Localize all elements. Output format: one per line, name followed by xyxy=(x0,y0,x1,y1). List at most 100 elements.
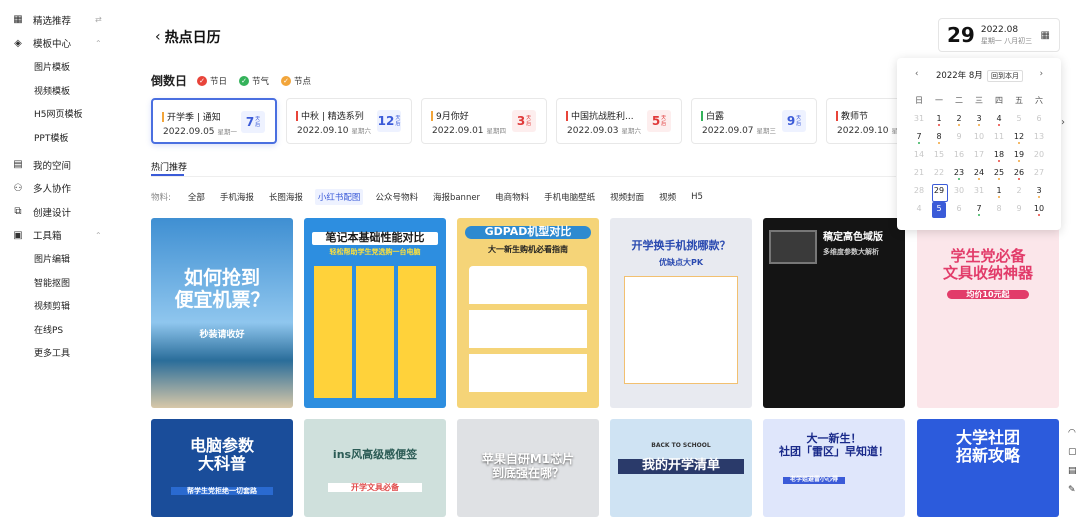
template-thumb[interactable]: 开学换手机挑哪款？ 优缺点大PK xyxy=(610,218,752,408)
calendar-day[interactable]: 2 xyxy=(1009,184,1029,202)
sidebar-item-video-edit[interactable]: 视频剪辑 xyxy=(0,294,125,318)
calendar-day[interactable]: 20 xyxy=(1029,148,1049,166)
template-thumb[interactable]: ins风高级感便签 开学文具必备 xyxy=(304,419,446,517)
day-number: 8 xyxy=(936,132,942,141)
calendar-day[interactable]: 30 xyxy=(949,184,969,202)
sidebar-item-cutout[interactable]: 智能抠图 xyxy=(0,271,125,295)
document-icon[interactable]: ▤ xyxy=(1068,466,1080,476)
event-card[interactable]: 中秋 | 精选系列 2022.09.10 星期六 12 天后 xyxy=(286,98,412,144)
calendar-day[interactable]: 24 xyxy=(969,166,989,184)
template-thumb[interactable]: 电脑参数 大科普 帮学生党拒绝一切套路 xyxy=(151,419,293,517)
calendar-day[interactable]: 8 xyxy=(989,202,1009,220)
calendar-day[interactable]: 11 xyxy=(989,130,1009,148)
calendar-day[interactable]: 28 xyxy=(909,184,929,202)
calendar-day[interactable]: 18 xyxy=(989,148,1009,166)
template-thumb[interactable]: 大一新生！ 社团「雷区」早知道！ 老学姐避雷小心得 xyxy=(763,419,905,517)
filter-item[interactable]: 全部 xyxy=(185,189,208,205)
filter-item[interactable]: 视频 xyxy=(656,189,679,205)
calendar-day[interactable]: 5 xyxy=(1009,112,1029,130)
calendar-day[interactable]: 14 xyxy=(909,148,929,166)
calendar-day[interactable]: 4 xyxy=(909,202,929,220)
calendar-days: 31 1 2 3 4 5 6 7 8 9 10 11 12 13 14 15 16 17 18 19 20 21 22 23 2… xyxy=(909,112,1049,220)
calendar-day[interactable]: 8 xyxy=(929,130,949,148)
filter-item[interactable]: 长图海报 xyxy=(266,189,306,205)
template-thumb[interactable]: 如何抢到 便宜机票？ 秒装请收好 xyxy=(151,218,293,408)
back-button[interactable]: ‹ 热点日历 xyxy=(155,27,221,47)
calendar-day[interactable]: 5 xyxy=(929,202,949,220)
calendar-day[interactable]: 25 xyxy=(989,166,1009,184)
calendar-day[interactable]: 16 xyxy=(949,148,969,166)
sidebar-item-template-center[interactable]: ◈ 模板中心 ⌃ xyxy=(0,32,125,56)
calendar-day[interactable]: 17 xyxy=(969,148,989,166)
calendar-day[interactable]: 9 xyxy=(949,130,969,148)
sidebar-item-ppt-template[interactable]: PPT模板 xyxy=(0,126,125,150)
calendar-day[interactable]: 31 xyxy=(909,112,929,130)
sidebar-item-featured[interactable]: ▦ 精选推荐 ⇄ xyxy=(0,8,125,32)
chevron-right-icon[interactable]: › xyxy=(1040,69,1043,79)
filter-item[interactable]: 电商物料 xyxy=(492,189,532,205)
filter-item[interactable]: 公众号物料 xyxy=(372,189,421,205)
calendar-day[interactable]: 4 xyxy=(989,112,1009,130)
sidebar-item-more-tools[interactable]: 更多工具 xyxy=(0,341,125,365)
calendar-day[interactable]: 10 xyxy=(1029,202,1049,220)
calendar-day[interactable]: 6 xyxy=(949,202,969,220)
sidebar-item-online-ps[interactable]: 在线PS xyxy=(0,318,125,342)
headset-icon[interactable]: ◠ xyxy=(1068,428,1080,438)
calendar-day[interactable]: 19 xyxy=(1009,148,1029,166)
sidebar-item-video-template[interactable]: 视频模板 xyxy=(0,79,125,103)
calendar-day[interactable]: 3 xyxy=(969,112,989,130)
event-card[interactable]: 中国抗战胜利... 2022.09.03 星期六 5 天后 xyxy=(556,98,682,144)
filter-item[interactable]: 小红书配图 xyxy=(314,189,364,205)
event-card[interactable]: 白露 2022.09.07 星期三 9 天后 xyxy=(691,98,817,144)
feedback-icon[interactable]: ▢ xyxy=(1068,447,1080,457)
filter-item[interactable]: H5 xyxy=(688,190,706,204)
sidebar-item-create[interactable]: ⧉ 创建设计 xyxy=(0,200,125,224)
template-thumb[interactable]: BACK TO SCHOOL 我的开学清单 xyxy=(610,419,752,517)
sidebar-item-h5-template[interactable]: H5网页模板 xyxy=(0,102,125,126)
calendar-day[interactable]: 6 xyxy=(1029,112,1049,130)
edit-icon[interactable]: ✎ xyxy=(1068,485,1080,495)
chevron-left-icon[interactable]: ‹ xyxy=(915,69,918,79)
template-thumb[interactable]: 稿定高色域版 多维度参数大解析 xyxy=(763,218,905,408)
calendar-day[interactable]: 29 xyxy=(929,184,949,202)
event-card[interactable]: 9月你好 2022.09.01 星期四 3 天后 xyxy=(421,98,547,144)
calendar-day[interactable]: 27 xyxy=(1029,166,1049,184)
calendar-day[interactable]: 3 xyxy=(1029,184,1049,202)
date-picker-button[interactable]: 29 2022.08 星期一 八月初三 ▦ xyxy=(938,18,1060,52)
chevron-up-icon[interactable]: ⌃ xyxy=(95,39,102,48)
calendar-day[interactable]: 2 xyxy=(949,112,969,130)
calendar-day[interactable]: 15 xyxy=(929,148,949,166)
template-thumb[interactable]: 笔记本基础性能对比 轻松帮助学生党选购一台电脑 xyxy=(304,218,446,408)
event-card[interactable]: 开学季 | 通知 2022.09.05 星期一 7 天后 xyxy=(151,98,277,144)
calendar-day[interactable]: 7 xyxy=(909,130,929,148)
calendar-day[interactable]: 10 xyxy=(969,130,989,148)
filter-item[interactable]: 手机电脑壁纸 xyxy=(541,189,598,205)
calendar-day[interactable]: 26 xyxy=(1009,166,1029,184)
filter-item[interactable]: 海报banner xyxy=(430,189,483,205)
calendar-day[interactable]: 21 xyxy=(909,166,929,184)
filter-item[interactable]: 手机海报 xyxy=(217,189,257,205)
filter-item[interactable]: 视频封面 xyxy=(607,189,647,205)
calendar-day[interactable]: 31 xyxy=(969,184,989,202)
sidebar-item-toolbox[interactable]: ▣ 工具箱 ⌃ xyxy=(0,224,125,248)
calendar-day[interactable]: 1 xyxy=(989,184,1009,202)
sidebar-item-image-template[interactable]: 图片模板 xyxy=(0,55,125,79)
calendar-day[interactable]: 9 xyxy=(1009,202,1029,220)
tab-hot-recommend[interactable]: 热门推荐 xyxy=(151,160,187,173)
calendar-day[interactable]: 1 xyxy=(929,112,949,130)
calendar-day[interactable]: 12 xyxy=(1009,130,1029,148)
calendar-day[interactable]: 13 xyxy=(1029,130,1049,148)
calendar-day[interactable]: 22 xyxy=(929,166,949,184)
swap-icon[interactable]: ⇄ xyxy=(95,15,102,24)
chevron-up-icon[interactable]: ⌃ xyxy=(95,231,102,240)
calendar-day[interactable]: 23 xyxy=(949,166,969,184)
sidebar-item-collab[interactable]: ⚇ 多人协作 xyxy=(0,177,125,201)
sidebar-item-image-edit[interactable]: 图片编辑 xyxy=(0,247,125,271)
calendar-day[interactable]: 7 xyxy=(969,202,989,220)
template-thumb[interactable]: 大学社团 招新攻略 xyxy=(917,419,1059,517)
back-to-month-button[interactable]: 回到本月 xyxy=(987,70,1023,82)
template-thumb[interactable]: 苹果自研M1芯片 到底强在哪？ xyxy=(457,419,599,517)
template-thumb[interactable]: GDPAD机型对比 大一新生购机必看指南 xyxy=(457,218,599,408)
template-thumb[interactable]: 学生党必备 文具收纳神器 均价10元起 xyxy=(917,218,1059,408)
sidebar-item-my-space[interactable]: ▤ 我的空间 xyxy=(0,153,125,177)
